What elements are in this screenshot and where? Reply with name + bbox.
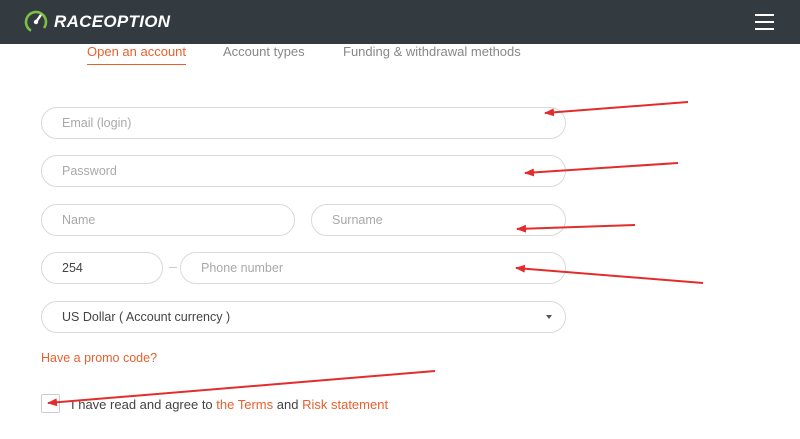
promo-code-link[interactable]: Have a promo code? <box>41 351 157 365</box>
tab-funding-withdrawal[interactable]: Funding & withdrawal methods <box>343 44 521 59</box>
and-text: and <box>276 397 299 412</box>
name-field[interactable] <box>41 204 295 236</box>
brand-logo[interactable]: RACEOPTION <box>24 9 170 35</box>
currency-select[interactable]: US Dollar ( Account currency ) <box>41 301 566 333</box>
phone-separator <box>169 267 177 268</box>
account-tabs: Open an account Account types Funding & … <box>0 44 800 70</box>
phone-code-value: 254 <box>62 261 83 275</box>
agree-text: I have read and agree to <box>71 397 213 412</box>
email-field[interactable] <box>41 107 566 139</box>
dropdown-caret-icon <box>546 315 552 319</box>
top-navigation-bar: RACEOPTION <box>0 0 800 44</box>
terms-link[interactable]: the Terms <box>216 397 273 412</box>
hamburger-menu-icon[interactable] <box>753 11 777 33</box>
currency-selected-value: US Dollar ( Account currency ) <box>62 310 231 324</box>
brand-name: RACEOPTION <box>54 12 171 31</box>
phone-code-field[interactable]: 254 <box>41 252 163 284</box>
surname-field[interactable] <box>311 204 566 236</box>
agree-terms-label: I have read and agree to the Terms and R… <box>71 397 388 412</box>
risk-statement-link[interactable]: Risk statement <box>302 397 388 412</box>
tab-account-types[interactable]: Account types <box>223 44 305 59</box>
tab-open-account[interactable]: Open an account <box>87 44 187 65</box>
phone-number-field[interactable] <box>180 252 566 284</box>
agree-terms-checkbox[interactable] <box>41 394 60 413</box>
password-field[interactable] <box>41 155 566 187</box>
speedometer-logo-icon <box>24 10 48 34</box>
annotation-arrow-email <box>544 101 689 117</box>
